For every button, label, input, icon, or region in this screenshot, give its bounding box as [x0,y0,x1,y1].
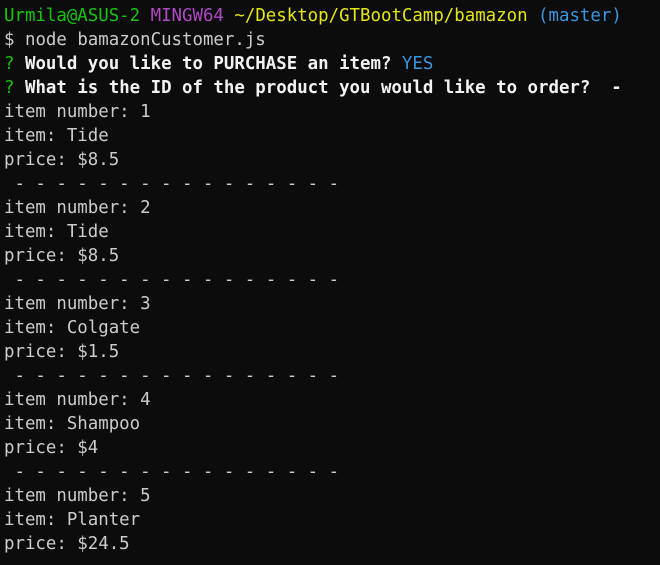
item-name-line: item: Colgate [4,318,141,338]
separator-line: - - - - - - - - - - - - - - - - [4,174,340,194]
question-answer: YES [401,54,434,74]
terminal-window[interactable]: Urmila@ASUS-2 MINGW64 ~/Desktop/GTBootCa… [0,0,660,565]
item-number-line: item number: 1 [4,102,151,122]
item-number-line: item number: 3 [4,294,151,314]
shell-prompt-line: Urmila@ASUS-2 MINGW64 ~/Desktop/GTBootCa… [4,4,660,28]
system-name: MINGW64 [150,6,224,26]
command-text: node bamazonCustomer.js [24,30,266,50]
separator-line: - - - - - - - - - - - - - - - - [4,366,340,386]
question-mark-icon: ? [4,54,15,74]
question-purchase: ? Would you like to PURCHASE an item? YE… [4,52,660,76]
prompt-symbol: $ [4,30,15,50]
command-line: $ node bamazonCustomer.js [4,28,660,52]
item-number-line: item number: 4 [4,390,151,410]
working-directory: ~/Desktop/GTBootCamp/bamazon [234,6,528,26]
item-name-line: item: Shampoo [4,414,141,434]
git-branch: (master) [538,6,622,26]
item-price-line: price: $1.5 [4,342,120,362]
item-name-line: item: Tide [4,126,109,146]
separator-line: - - - - - - - - - - - - - - - - [4,462,340,482]
user-host: Urmila@ASUS-2 [4,6,141,26]
question-product-id: ? What is the ID of the product you woul… [4,76,660,100]
question-mark-icon: ? [4,78,15,98]
item-price-line: price: $8.5 [4,150,120,170]
question-text: What is the ID of the product you would … [24,78,622,98]
separator-line: - - - - - - - - - - - - - - - - [4,270,340,290]
item-price-line: price: $8.5 [4,246,120,266]
item-price-line: price: $4 [4,438,99,458]
item-name-line: item: Tide [4,222,109,242]
question-text: Would you like to PURCHASE an item? [24,54,392,74]
item-name-line: item: Planter [4,510,141,530]
item-number-line: item number: 2 [4,198,151,218]
item-number-line: item number: 5 [4,486,151,506]
item-price-line: price: $24.5 [4,534,130,554]
